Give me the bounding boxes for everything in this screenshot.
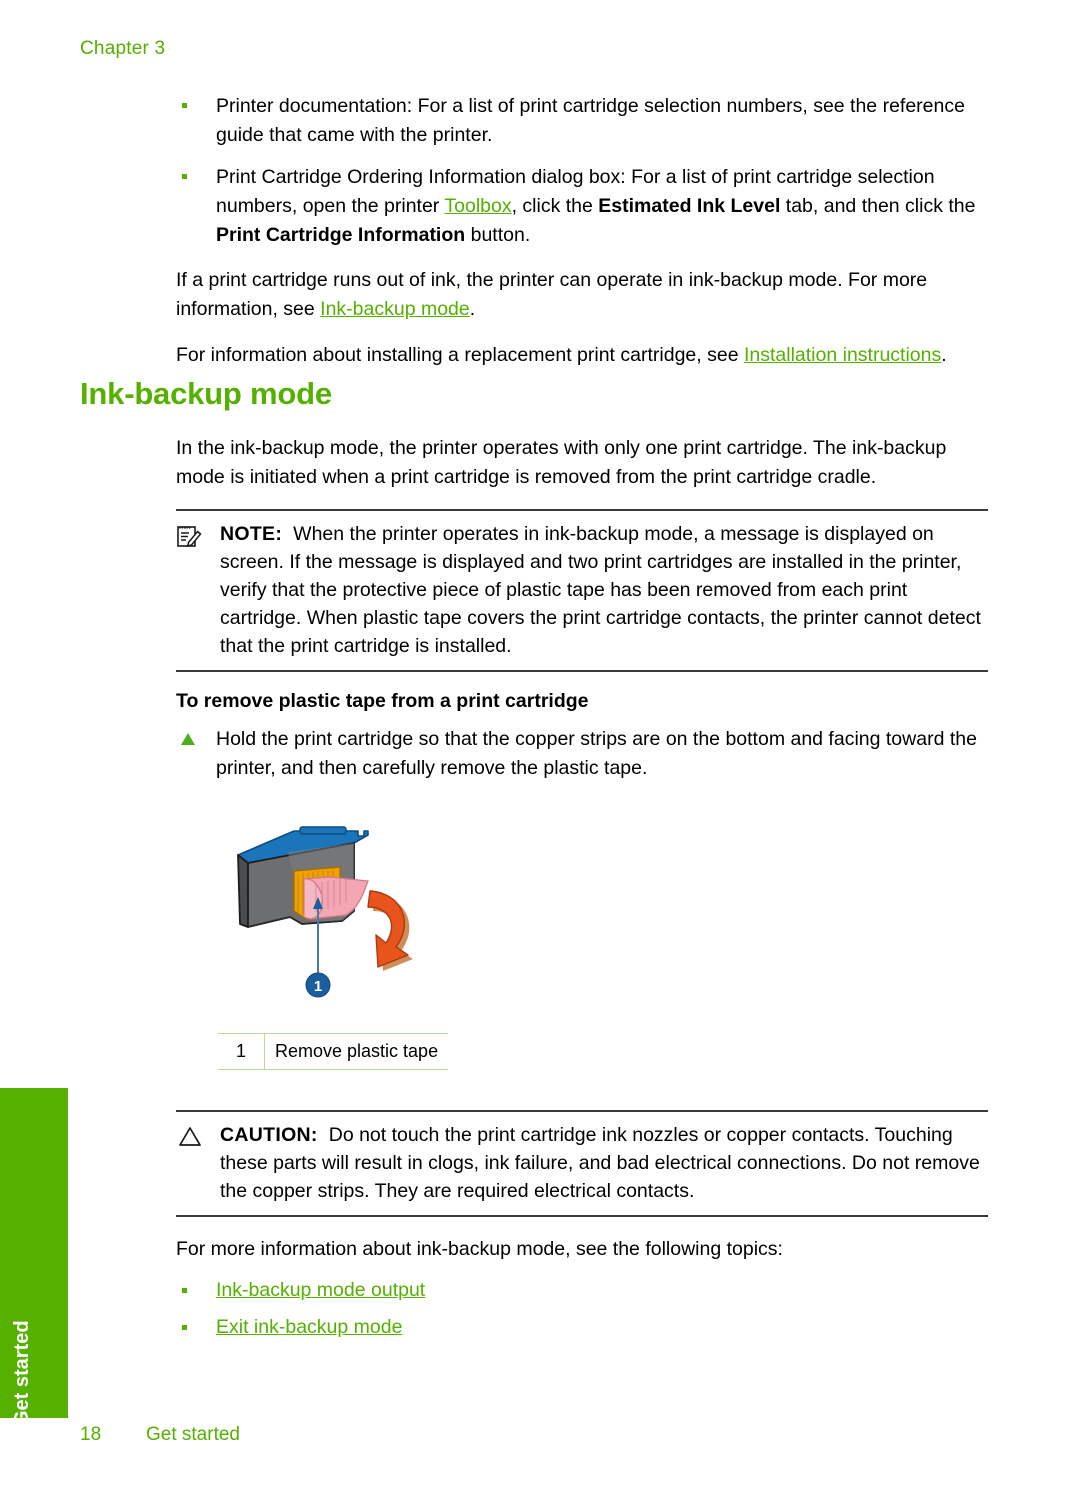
bullet-text: Print Cartridge Ordering Information dia… xyxy=(216,166,976,246)
bullet-dot-icon xyxy=(182,1325,187,1330)
caution-text: Do not touch the print cartridge ink noz… xyxy=(220,1124,980,1202)
caution-body: CAUTION: Do not touch the print cartridge… xyxy=(176,1121,988,1205)
note-admonition: NOTE: When the printer operates in ink-ba… xyxy=(176,509,988,672)
side-tab-get-started: Get started xyxy=(0,1088,68,1426)
step-text: Hold the print cartridge so that the cop… xyxy=(216,728,977,779)
text-run: . xyxy=(941,344,947,366)
bullet-dot-icon xyxy=(182,174,187,179)
link-exit-ink-backup-mode[interactable]: Exit ink-backup mode xyxy=(216,1316,402,1338)
section-lead-paragraph: In the ink-backup mode, the printer oper… xyxy=(176,437,947,488)
bullet-dot-icon xyxy=(182,103,187,108)
section-body: In the ink-backup mode, the printer oper… xyxy=(176,434,988,1350)
procedure-title: To remove plastic tape from a print cart… xyxy=(176,690,589,712)
note-body: NOTE: When the printer operates in ink-ba… xyxy=(176,520,988,660)
related-topics: For more information about ink-backup mo… xyxy=(176,1235,988,1342)
bullet-dot-icon xyxy=(182,1288,187,1293)
bold-run: Print Cartridge Information xyxy=(216,224,466,246)
list-item: Print Cartridge Ordering Information dia… xyxy=(176,163,988,250)
intro-paragraph-ink-backup: If a print cartridge runs out of ink, th… xyxy=(176,266,988,324)
footer-section-name: Get started xyxy=(146,1424,240,1445)
page-footer: 18 Get started xyxy=(80,1424,240,1446)
related-topics-lead: For more information about ink-backup mo… xyxy=(176,1238,783,1260)
cartridge-svg: 1 xyxy=(237,826,413,998)
note-keyword: NOTE: xyxy=(220,523,283,545)
note-text: When the printer operates in ink-backup … xyxy=(220,523,981,657)
list-item: Hold the print cartridge so that the cop… xyxy=(176,725,988,783)
page-title: Ink-backup mode xyxy=(80,376,332,411)
caution-admonition: CAUTION: Do not touch the print cartridge… xyxy=(176,1110,988,1217)
intro-bullet-list: Printer documentation: For a list of pri… xyxy=(176,92,988,250)
link-ink-backup-mode-output[interactable]: Ink-backup mode output xyxy=(216,1279,425,1301)
legend-number: 1 xyxy=(218,1033,265,1070)
text-run: For information about installing a repla… xyxy=(176,344,744,366)
legend-label: Remove plastic tape xyxy=(264,1033,449,1070)
list-item: Exit ink-backup mode xyxy=(176,1313,988,1342)
print-cartridge-remove-tape-illustration: 1 xyxy=(218,819,478,1019)
text-run: , click the xyxy=(511,195,599,217)
text-run: button. xyxy=(465,224,531,246)
text-run: tab, and then click the xyxy=(780,195,976,217)
callout-number: 1 xyxy=(314,978,322,995)
warning-triangle-icon xyxy=(176,1124,206,1150)
document-page: Chapter 3 Printer documentation: For a l… xyxy=(0,0,1080,1495)
bullet-text: Printer documentation: For a list of pri… xyxy=(216,95,965,146)
triangle-bullet-icon xyxy=(181,733,195,745)
text-run: . xyxy=(469,298,476,320)
procedure-step-list: Hold the print cartridge so that the cop… xyxy=(176,725,988,783)
doc-link[interactable]: Toolbox xyxy=(444,195,511,217)
doc-link[interactable]: Ink-backup mode xyxy=(320,298,470,320)
page-number: 18 xyxy=(80,1424,102,1445)
figure-legend-table: 1 Remove plastic tape xyxy=(218,1033,449,1070)
text-run: Printer documentation: For a list of pri… xyxy=(216,95,965,146)
intro-paragraph-installation: For information about installing a repla… xyxy=(176,341,988,370)
list-item: Printer documentation: For a list of pri… xyxy=(176,92,988,150)
side-tab-label: Get started xyxy=(11,1320,33,1426)
list-item: Ink-backup mode output xyxy=(176,1276,988,1305)
related-topics-list: Ink-backup mode output Exit ink-backup m… xyxy=(176,1276,988,1342)
caution-keyword: CAUTION: xyxy=(220,1124,318,1146)
chapter-label: Chapter 3 xyxy=(80,38,166,59)
note-pencil-icon xyxy=(176,523,206,549)
table-row: 1 Remove plastic tape xyxy=(218,1033,449,1070)
bold-run: Estimated Ink Level xyxy=(598,195,781,217)
text-run: If a print cartridge runs out of ink, th… xyxy=(176,269,928,320)
main-content: Printer documentation: For a list of pri… xyxy=(176,92,988,387)
doc-link[interactable]: Installation instructions xyxy=(744,344,941,366)
